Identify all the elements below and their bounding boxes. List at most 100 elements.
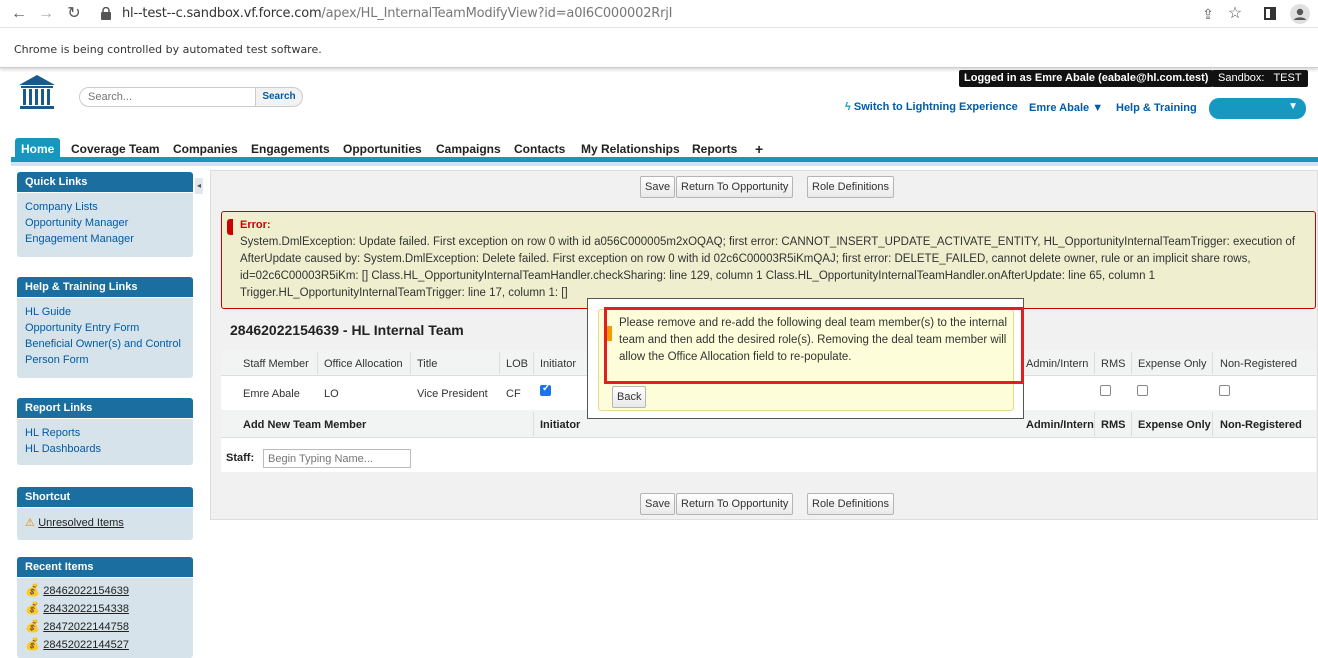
column-divider [1212,352,1213,374]
help-training-link[interactable]: Help & Training [1116,102,1197,114]
forward-arrow-icon[interactable]: → [36,4,56,24]
share-icon[interactable]: ⇪ [1198,4,1218,24]
section-title: 28462022154639 - HL Internal Team [230,322,464,338]
header-office-allocation: Office Allocation [324,358,403,370]
logged-in-badge: Logged in as Emre Abale (eabale@hl.com.t… [959,70,1214,87]
add-new-team-member-label: Add New Team Member [243,419,367,431]
search-input[interactable] [79,87,256,107]
moneybag-icon: 💰 [25,601,40,615]
role-definitions-button-bottom[interactable]: Role Definitions [807,493,895,515]
report-links-panel: HL Reports HL Dashboards [17,419,193,465]
quick-link-engagement-manager[interactable]: Engagement Manager [25,231,185,247]
tab-coverage-team[interactable]: Coverage Team [67,138,163,160]
row-office-allocation: LO [324,388,339,400]
sandbox-badge: Sandbox: TEST [1212,70,1308,87]
tab-engagements[interactable]: Engagements [247,138,334,160]
column-divider [1094,412,1095,436]
report-link-hl-dashboards[interactable]: HL Dashboards [25,441,185,457]
column-divider [1212,412,1213,436]
switch-lightning-link[interactable]: ϟ Switch to Lightning Experience [845,101,1018,113]
tab-add-icon[interactable]: + [751,138,767,160]
error-flag-icon [227,219,233,235]
profile-icon[interactable] [1290,4,1310,24]
role-definitions-button[interactable]: Role Definitions [807,176,895,198]
automation-notice: Chrome is being controlled by automated … [14,43,322,56]
tab-opportunities[interactable]: Opportunities [339,138,426,160]
report-link-hl-reports[interactable]: HL Reports [25,425,185,441]
url-path: /apex/HL_InternalTeamModifyView?id=a0I6C… [321,6,673,21]
tab-reports[interactable]: Reports [688,138,741,160]
column-divider [1094,352,1095,374]
header-title: Title [417,358,438,370]
tab-companies[interactable]: Companies [169,138,242,160]
header-non-registered: Non-Registered [1220,358,1298,370]
add-header-admin-intern: Admin/Intern [1026,419,1094,431]
quick-link-company-lists[interactable]: Company Lists [25,199,185,215]
reload-icon[interactable]: ↻ [64,4,84,24]
back-button[interactable]: Back [612,386,647,408]
non-registered-checkbox[interactable] [1219,385,1230,396]
user-menu-label: Emre Abale [1029,102,1090,114]
search-button[interactable]: Search [255,87,303,107]
quick-link-opportunity-manager[interactable]: Opportunity Manager [25,215,185,231]
return-to-opportunity-button-bottom[interactable]: Return To Opportunity [676,493,794,515]
app-menu-dropdown[interactable]: ▼ [1209,98,1306,119]
sidepanel-icon[interactable] [1264,7,1276,20]
shortcut-header: Shortcut [17,487,193,507]
caret-down-icon: ▼ [1288,101,1298,112]
shortcut-unresolved-items[interactable]: Unresolved Items [38,517,124,529]
initiator-checkbox[interactable] [540,383,551,396]
star-icon[interactable]: ☆ [1225,4,1245,24]
staff-lookup-input[interactable] [263,449,411,468]
warning-icon: ⚠ [25,517,35,529]
tab-home[interactable]: Home [15,138,61,160]
column-divider [317,352,318,374]
tab-my-relationships[interactable]: My Relationships [577,138,684,160]
recent-item[interactable]: 28462022154639 [43,585,129,597]
recent-item[interactable]: 28452022144527 [43,639,129,651]
expense-only-checkbox[interactable] [1137,385,1148,396]
recent-item[interactable]: 28472022144758 [43,621,129,633]
address-bar[interactable]: hl--test--c.sandbox.vf.force.com/apex/HL… [122,6,672,21]
moneybag-icon: 💰 [25,619,40,633]
moneybag-icon: 💰 [25,583,40,597]
tab-campaigns[interactable]: Campaigns [432,138,505,160]
save-button-bottom[interactable]: Save [640,493,676,515]
header-expense-only: Expense Only [1138,358,1207,370]
column-divider [533,352,534,374]
back-arrow-icon[interactable]: ← [9,4,29,24]
add-header-rms: RMS [1101,419,1126,431]
user-menu[interactable]: Emre Abale ▼ [1029,102,1103,114]
add-header-initiator: Initiator [540,419,581,431]
caret-down-icon: ▼ [1092,102,1104,114]
header-rms: RMS [1101,358,1126,370]
add-header-non-registered: Non-Registered [1220,419,1302,431]
help-link-beneficial-owner[interactable]: Beneficial Owner(s) and Control [25,336,185,352]
error-text: System.DmlException: Update failed. Firs… [240,236,1296,299]
header-admin-intern: Admin/Intern [1026,358,1089,370]
help-link-person-form[interactable]: Person Form [25,352,185,368]
tab-contacts[interactable]: Contacts [510,138,569,160]
return-to-opportunity-button[interactable]: Return To Opportunity [676,176,794,198]
help-links-header: Help & Training Links [17,277,193,297]
header-lob: LOB [506,358,529,370]
highlight-rectangle [604,307,1024,384]
staff-label: Staff: [226,452,255,464]
moneybag-icon: 💰 [25,637,40,651]
sidebar-collapse-icon[interactable]: ◂ [195,178,203,194]
report-links-header: Report Links [17,398,193,418]
help-link-hl-guide[interactable]: HL Guide [25,304,185,320]
hl-logo-icon[interactable] [17,73,57,111]
quick-links-panel: Company Lists Opportunity Manager Engage… [17,193,193,257]
lightning-icon: ϟ [845,101,851,113]
save-button[interactable]: Save [640,176,676,198]
recent-item[interactable]: 28432022154338 [43,603,129,615]
rms-checkbox[interactable] [1100,385,1111,396]
recent-items-header: Recent Items [17,557,193,577]
recent-items-panel: 💰 28462022154639 💰 28432022154338 💰 2847… [17,578,193,658]
add-header-expense-only: Expense Only [1138,419,1211,431]
help-link-entry-form[interactable]: Opportunity Entry Form [25,320,185,336]
column-divider [410,352,411,374]
lock-icon[interactable] [100,6,112,20]
row-title: Vice President [417,388,488,400]
